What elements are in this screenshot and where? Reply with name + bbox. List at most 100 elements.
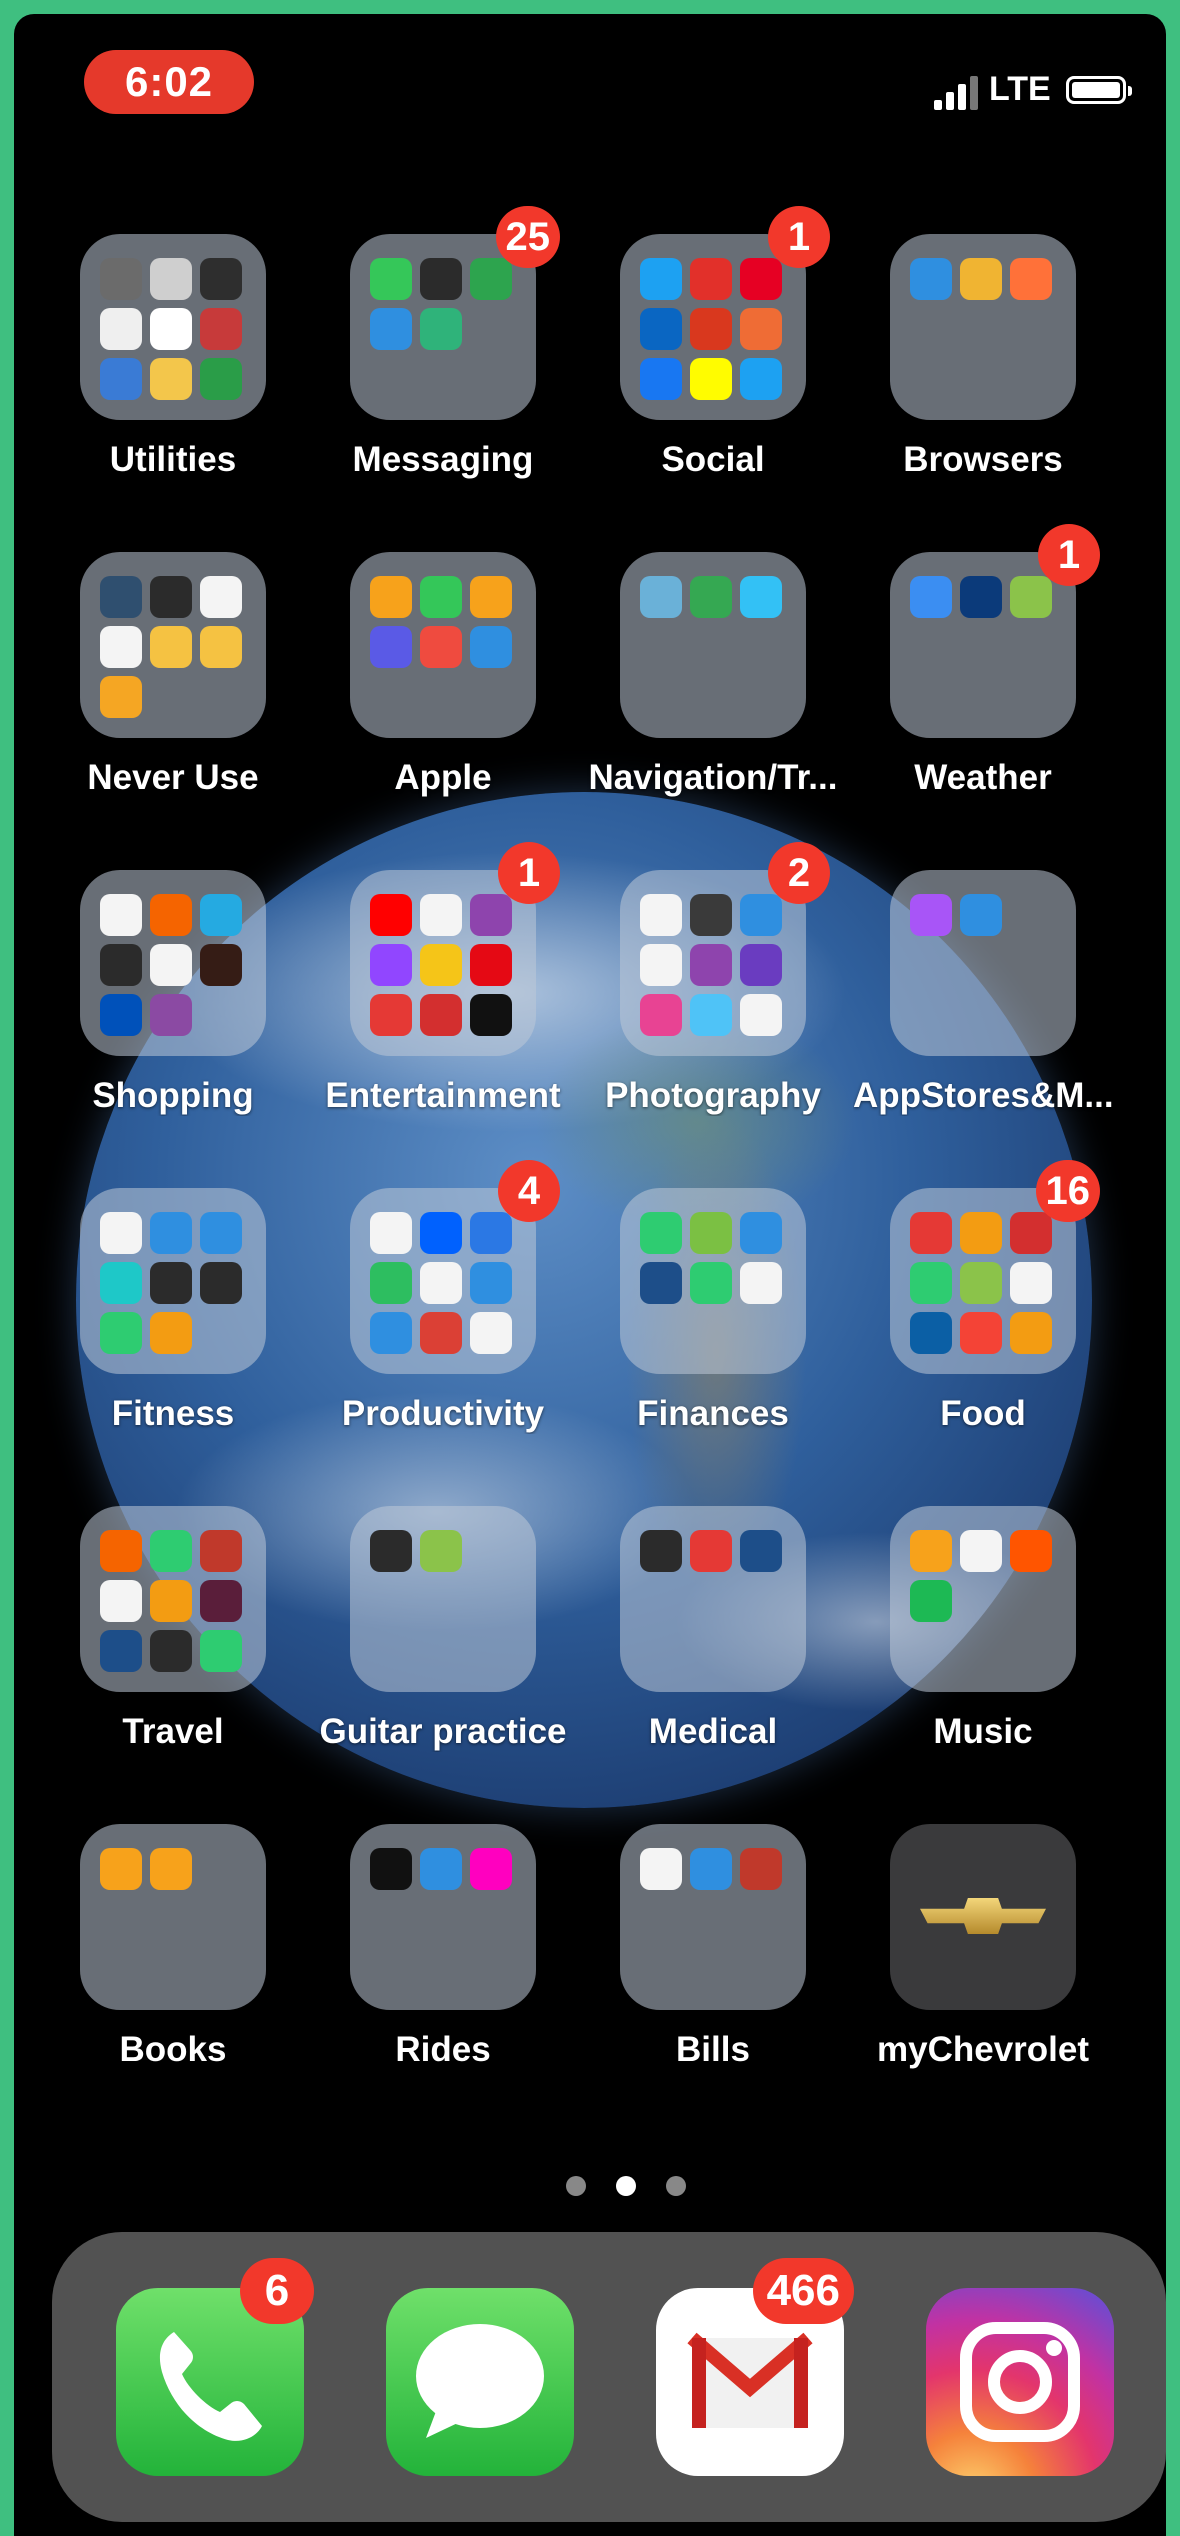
mini-app-icon (100, 1312, 142, 1354)
status-time[interactable]: 6:02 (84, 50, 254, 114)
mini-app-icon (150, 258, 192, 300)
mini-app-icon (370, 894, 412, 936)
mini-app-icon (1010, 576, 1052, 618)
folder-icon (620, 1188, 806, 1374)
mini-app-icon (370, 1530, 412, 1572)
mini-app-icon (100, 576, 142, 618)
messages-app[interactable] (386, 2288, 574, 2476)
notification-badge: 1 (768, 206, 830, 268)
mini-app-icon (690, 894, 732, 936)
folder-label: Finances (637, 1394, 789, 1433)
instagram-app[interactable] (926, 2288, 1114, 2476)
mini-app-icon (1010, 1530, 1052, 1572)
notification-badge: 1 (1038, 524, 1100, 586)
folder-icon: 1 (890, 524, 1100, 738)
mini-app-icon (910, 894, 952, 936)
page-dot[interactable] (566, 2176, 586, 2196)
folder-bills[interactable]: Bills (583, 1824, 843, 2070)
folder-label: Entertainment (325, 1076, 561, 1115)
mini-app-icon (960, 576, 1002, 618)
status-bar: 6:02 LTE (14, 14, 1166, 144)
folder-preview (910, 1212, 1060, 1354)
folder-icon: 2 (620, 842, 830, 1056)
folder-icon (80, 234, 266, 420)
mini-app-icon (470, 1262, 512, 1304)
folder-icon (620, 1506, 806, 1692)
mini-app-icon (740, 258, 782, 300)
folder-entertainment[interactable]: 1 Entertainment (313, 842, 573, 1116)
folder-fitness[interactable]: Fitness (43, 1188, 303, 1434)
mychevrolet-app[interactable]: myChevrolet (853, 1824, 1113, 2070)
gmail-app[interactable]: 466 (656, 2258, 854, 2476)
mini-app-icon (150, 1312, 192, 1354)
mini-app-icon (470, 1848, 512, 1890)
notification-badge: 2 (768, 842, 830, 904)
folder-browsers[interactable]: Browsers (853, 234, 1113, 480)
mini-app-icon (740, 994, 782, 1036)
folder-icon (80, 552, 266, 738)
mini-app-icon (200, 358, 242, 400)
folder-productivity[interactable]: 4 Productivity (313, 1160, 573, 1434)
folder-label: Shopping (92, 1076, 254, 1115)
folder-label: Books (119, 2030, 227, 2069)
folder-guitar-practice[interactable]: Guitar practice (313, 1506, 573, 1752)
folder-preview (640, 1530, 790, 1572)
mini-app-icon (370, 944, 412, 986)
folder-photography[interactable]: 2 Photography (583, 842, 843, 1116)
folder-icon: 1 (620, 206, 830, 420)
folder-icon (80, 870, 266, 1056)
folder-preview (100, 894, 250, 1036)
folder-never-use[interactable]: Never Use (43, 552, 303, 798)
folder-weather[interactable]: 1 Weather (853, 524, 1113, 798)
mini-app-icon (370, 626, 412, 668)
mini-app-icon (690, 308, 732, 350)
folder-preview (910, 576, 1060, 618)
folder-finances[interactable]: Finances (583, 1188, 843, 1434)
folder-preview (370, 1848, 520, 1890)
mini-app-icon (150, 576, 192, 618)
folder-navigation-tr[interactable]: Navigation/Tr... (583, 552, 843, 798)
mini-app-icon (740, 576, 782, 618)
folder-label: Navigation/Tr... (588, 758, 838, 797)
folder-books[interactable]: Books (43, 1824, 303, 2070)
folder-icon (350, 1506, 536, 1692)
folder-food[interactable]: 16 Food (853, 1160, 1113, 1434)
page-dot-active[interactable] (616, 2176, 636, 2196)
folder-travel[interactable]: Travel (43, 1506, 303, 1752)
folder-appstores-m[interactable]: AppStores&M... (853, 870, 1113, 1116)
phone-app[interactable]: 6 (116, 2258, 314, 2476)
mini-app-icon (200, 308, 242, 350)
mini-app-icon (740, 308, 782, 350)
folder-shopping[interactable]: Shopping (43, 870, 303, 1116)
mini-app-icon (640, 1848, 682, 1890)
mini-app-icon (420, 994, 462, 1036)
folder-rides[interactable]: Rides (313, 1824, 573, 2070)
phone-badge: 6 (240, 2258, 314, 2324)
mini-app-icon (100, 258, 142, 300)
mini-app-icon (420, 894, 462, 936)
folder-medical[interactable]: Medical (583, 1506, 843, 1752)
folder-messaging[interactable]: 25 Messaging (313, 206, 573, 480)
folder-utilities[interactable]: Utilities (43, 234, 303, 480)
folder-label: Travel (122, 1712, 224, 1751)
mini-app-icon (150, 1262, 192, 1304)
folder-label: Social (661, 440, 765, 479)
folder-apple[interactable]: Apple (313, 552, 573, 798)
mini-app-icon (150, 358, 192, 400)
folder-social[interactable]: 1 Social (583, 206, 843, 480)
mini-app-icon (370, 576, 412, 618)
mini-app-icon (200, 626, 242, 668)
folder-preview (640, 576, 790, 618)
folder-label: Rides (395, 2030, 491, 2069)
folder-preview (910, 258, 1060, 300)
folder-icon: 4 (350, 1160, 560, 1374)
page-indicator[interactable] (542, 2172, 692, 2202)
page-dot[interactable] (666, 2176, 686, 2196)
mini-app-icon (470, 626, 512, 668)
folder-music[interactable]: Music (853, 1506, 1113, 1752)
mini-app-icon (740, 1212, 782, 1254)
mini-app-icon (150, 1530, 192, 1572)
dock: 6 466 (52, 2232, 1166, 2522)
mini-app-icon (640, 258, 682, 300)
mini-app-icon (640, 1530, 682, 1572)
